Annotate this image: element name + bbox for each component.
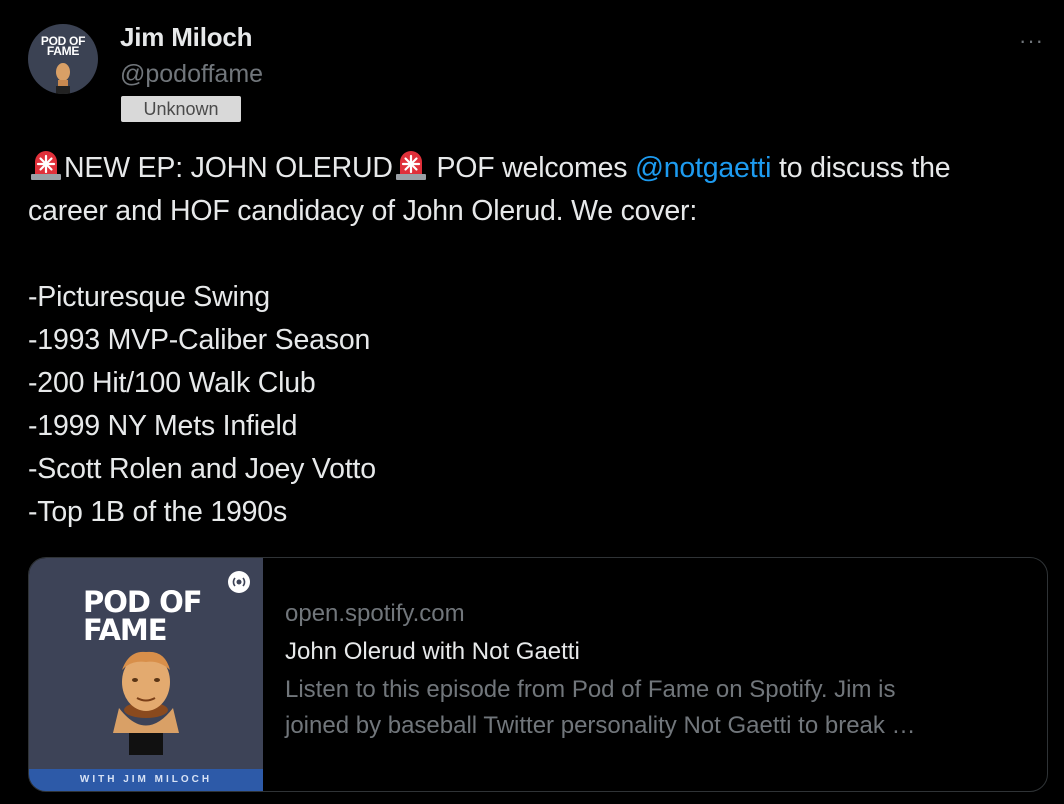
siren-icon	[395, 151, 426, 180]
bullet-item: -200 Hit/100 Walk Club	[28, 367, 316, 399]
card-text: open.spotify.com John Olerud with Not Ga…	[285, 598, 1025, 744]
status-badge: Unknown	[121, 96, 241, 122]
avatar-logo-text: POD OF FAME	[40, 34, 86, 58]
bullet-item: -Top 1B of the 1990s	[28, 496, 288, 528]
card-domain: open.spotify.com	[285, 600, 465, 627]
tweet-line-2: career and HOF candidacy of John Olerud.…	[28, 195, 698, 227]
tweet-headline: NEW EP: JOHN OLERUD	[64, 152, 393, 184]
thumbnail-footer: WITH JIM MILOCH	[29, 769, 263, 791]
tweet: POD OF FAME Jim Miloch @podoffame Unknow…	[0, 0, 1064, 804]
bullet-item: -Picturesque Swing	[28, 281, 270, 313]
mention-link[interactable]: @notgaetti	[635, 152, 771, 184]
tweet-text-segment: POF welcomes	[428, 152, 635, 184]
card-description-line: joined by baseball Twitter personality N…	[285, 712, 916, 739]
avatar[interactable]: POD OF FAME	[28, 24, 98, 94]
link-preview-card[interactable]: POD OF FAME WITH JIM MILOCH open.spotify…	[28, 557, 1048, 792]
bullet-item: -1999 NY Mets Infield	[28, 410, 298, 442]
card-description-line: Listen to this episode from Pod of Fame …	[285, 676, 896, 703]
bullet-item: -1993 MVP-Caliber Season	[28, 324, 371, 356]
bust-illustration-icon	[113, 651, 179, 755]
siren-icon	[31, 151, 61, 180]
author-handle[interactable]: @podoffame	[120, 60, 263, 89]
tweet-line-1: NEW EP: JOHN OLERUD POF welcomes @notgae…	[28, 146, 1038, 190]
bullet-item: -Scott Rolen and Joey Votto	[28, 453, 376, 485]
podcast-thumbnail[interactable]: POD OF FAME WITH JIM MILOCH	[29, 558, 263, 791]
more-options-icon[interactable]: ···	[1019, 28, 1044, 54]
tweet-text-segment: to discuss the	[771, 152, 951, 184]
card-title[interactable]: John Olerud with Not Gaetti	[285, 632, 1025, 672]
author-name[interactable]: Jim Miloch	[120, 22, 253, 53]
tweet-text: NEW EP: JOHN OLERUD POF welcomes @notgae…	[28, 146, 1038, 534]
